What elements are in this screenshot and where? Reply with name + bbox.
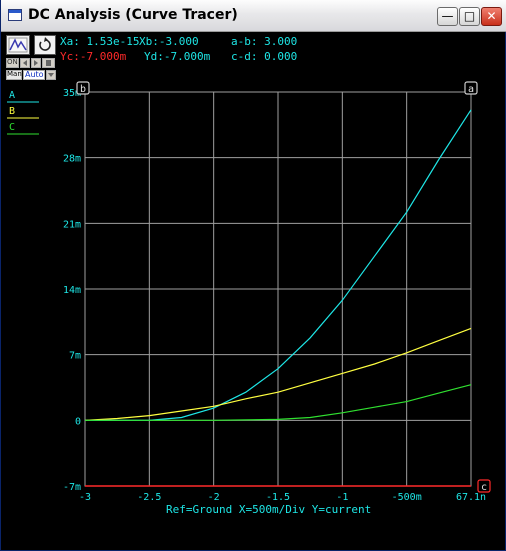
x-tick-label: -2 bbox=[208, 492, 220, 503]
y-tick-label: -7m bbox=[63, 482, 81, 493]
cursor-b-marker-label: b bbox=[80, 84, 86, 95]
x-tick-label: -2.5 bbox=[137, 492, 161, 503]
legend-label-a: A bbox=[9, 90, 15, 101]
y-tick-label: 28m bbox=[63, 154, 81, 165]
plot-area[interactable]: -3 -2.5 -2 -1.5 -1 -500m 67.1n35m28m21m14m7m0-… bbox=[1, 0, 506, 551]
y-tick-label: 14m bbox=[63, 285, 81, 296]
plot-footer: Ref=Ground X=500m/Div Y=current bbox=[166, 503, 372, 516]
dc-analysis-window: DC Analysis (Curve Tracer) — □ ✕ ON Man … bbox=[0, 0, 506, 551]
x-tick-label: 67.1n bbox=[456, 492, 486, 503]
y-tick-label: 0 bbox=[75, 416, 81, 427]
cursor-a-marker-label: a bbox=[468, 84, 474, 95]
cursor-c-marker-label: c bbox=[481, 482, 487, 493]
legend-label-c: C bbox=[9, 122, 15, 133]
x-tick-label: -1 bbox=[336, 492, 348, 503]
x-tick-label: -500m bbox=[392, 492, 422, 503]
x-tick-label: -1.5 bbox=[266, 492, 290, 503]
y-tick-label: 7m bbox=[69, 351, 81, 362]
x-tick-label: -3 bbox=[79, 492, 91, 503]
y-tick-label: 21m bbox=[63, 219, 81, 230]
legend-label-b: B bbox=[9, 106, 15, 117]
